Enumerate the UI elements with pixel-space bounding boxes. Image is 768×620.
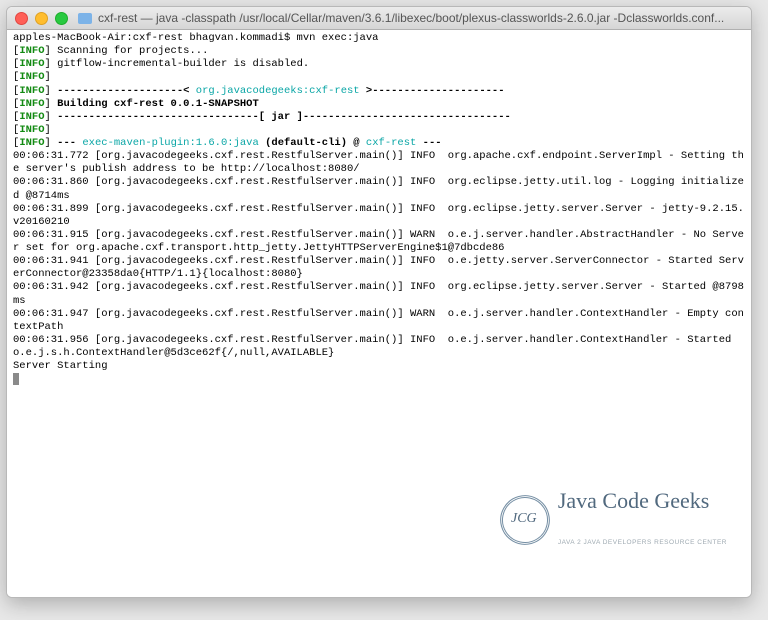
log-line: 00:06:31.947 [org.javacodegeeks.cxf.rest… (13, 308, 744, 333)
info-tag: INFO (19, 137, 44, 149)
minimize-icon[interactable] (35, 12, 48, 25)
divider: >--------------------- (360, 85, 505, 97)
jar-divider: --------------------------------[ jar ]-… (57, 111, 511, 123)
log-line: 00:06:31.899 [org.javacodegeeks.cxf.rest… (13, 203, 744, 228)
folder-icon (78, 13, 92, 24)
log-line: 00:06:31.915 [org.javacodegeeks.cxf.rest… (13, 229, 744, 254)
info-tag: INFO (19, 85, 44, 97)
watermark-text: Java Code Geeks JAVA 2 JAVA DEVELOPERS R… (558, 464, 727, 573)
maximize-icon[interactable] (55, 12, 68, 25)
log-line: 00:06:31.941 [org.javacodegeeks.cxf.rest… (13, 255, 744, 280)
cursor-icon (13, 373, 19, 385)
project-ga: org.javacodegeeks:cxf-rest (196, 85, 360, 97)
log-line: Scanning for projects... (57, 45, 208, 57)
exec-post: --- (416, 137, 441, 149)
info-tag: INFO (19, 45, 44, 57)
exec-line: --- (57, 137, 82, 149)
info-tag: INFO (19, 124, 44, 136)
titlebar[interactable]: cxf-rest — java -classpath /usr/local/Ce… (7, 7, 751, 30)
log-line: 00:06:31.956 [org.javacodegeeks.cxf.rest… (13, 334, 738, 359)
log-line: Server Starting (13, 360, 108, 372)
info-tag: INFO (19, 111, 44, 123)
logo-badge: JCG (500, 495, 548, 543)
log-line: 00:06:31.942 [org.javacodegeeks.cxf.rest… (13, 281, 744, 306)
building-line: Building cxf-rest 0.0.1-SNAPSHOT (57, 98, 259, 110)
log-line: 00:06:31.772 [org.javacodegeeks.cxf.rest… (13, 150, 744, 175)
window-title: cxf-rest — java -classpath /usr/local/Ce… (98, 11, 743, 25)
watermark: JCG Java Code Geeks JAVA 2 JAVA DEVELOPE… (500, 464, 727, 573)
exec-mid: (default-cli) @ (259, 137, 366, 149)
divider: --------------------< (57, 85, 196, 97)
terminal-window: cxf-rest — java -classpath /usr/local/Ce… (6, 6, 752, 598)
info-tag: INFO (19, 98, 44, 110)
exec-proj: cxf-rest (366, 137, 416, 149)
watermark-subtitle: JAVA 2 JAVA DEVELOPERS RESOURCE CENTER (558, 539, 727, 547)
log-line: gitflow-incremental-builder is disabled. (57, 58, 309, 70)
terminal-output[interactable]: apples-MacBook-Air:cxf-rest bhagvan.komm… (7, 30, 751, 597)
logo-icon: JCG (500, 495, 548, 543)
info-tag: INFO (19, 58, 44, 70)
window-controls (15, 12, 68, 25)
exec-plugin: exec-maven-plugin:1.6.0:java (82, 137, 258, 149)
watermark-title: Java Code Geeks (558, 490, 727, 512)
log-line: 00:06:31.860 [org.javacodegeeks.cxf.rest… (13, 176, 744, 201)
close-icon[interactable] (15, 12, 28, 25)
command: mvn exec:java (297, 32, 379, 44)
prompt: apples-MacBook-Air:cxf-rest bhagvan.komm… (13, 32, 297, 44)
info-tag: INFO (19, 71, 44, 83)
